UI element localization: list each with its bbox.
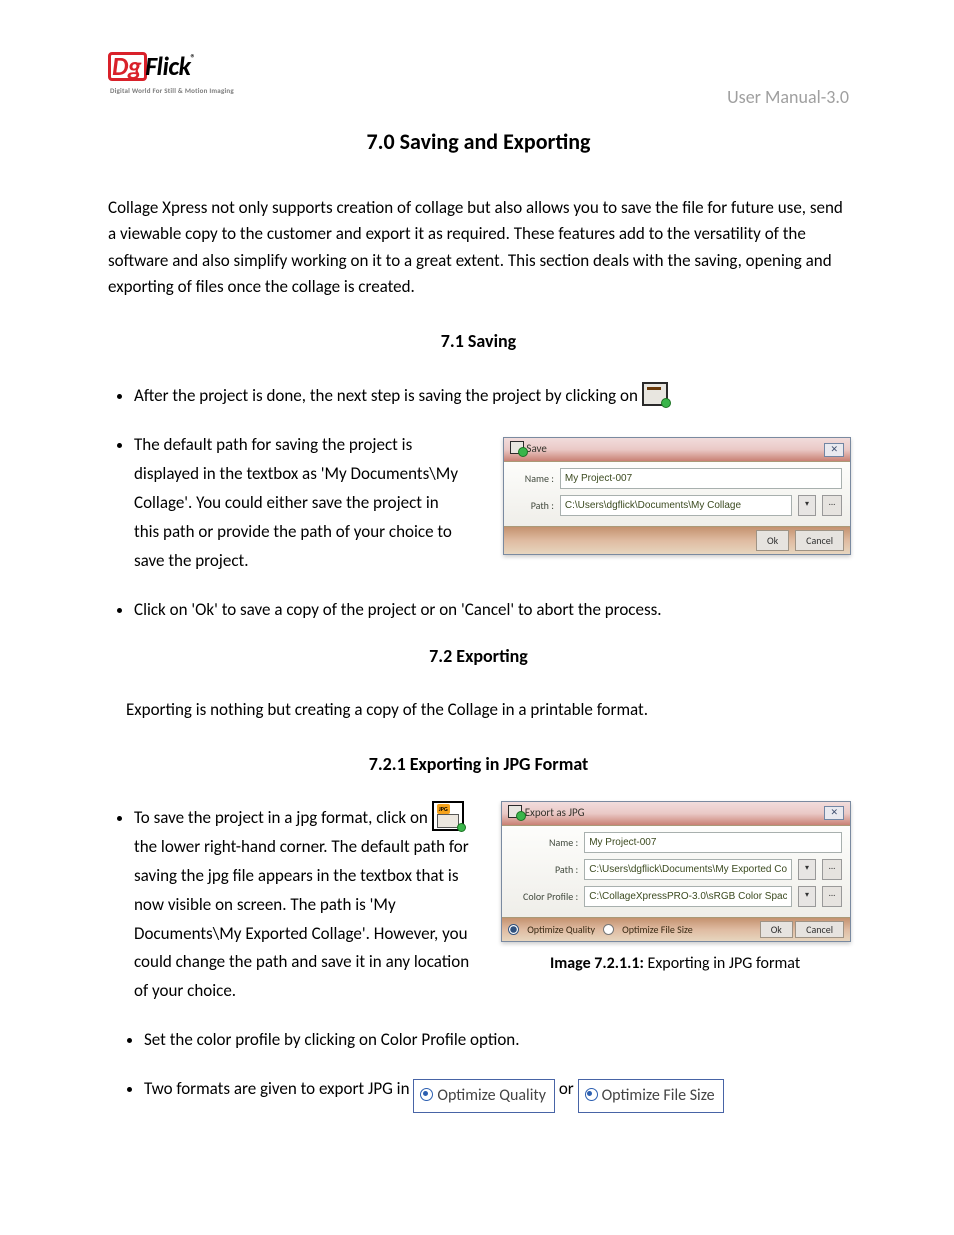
bullet-text: After the project is done, the next step…: [134, 385, 638, 406]
radio-selected-icon: [585, 1088, 598, 1101]
ok-button[interactable]: Ok: [760, 921, 793, 938]
document-page: DgFlick® Digital World For Still & Motio…: [0, 0, 954, 1193]
bullet-text-b: the lower right-hand corner. The default…: [134, 836, 469, 1001]
optimize-file-size-label: Optimize File Size: [622, 921, 693, 938]
dialog-titlebar: Save ✕: [504, 438, 850, 462]
logo: DgFlick®: [108, 50, 234, 82]
close-icon[interactable]: ✕: [824, 806, 844, 820]
export-jpg-dialog: Export as JPG ✕ Name : Path :: [501, 801, 851, 942]
cancel-button[interactable]: Cancel: [795, 530, 844, 551]
logo-left: Dg: [108, 52, 147, 81]
radio-selected-icon: [420, 1088, 433, 1101]
section-title-7: 7.0 Saving and Exporting: [108, 128, 849, 155]
path-label: Path :: [512, 497, 554, 514]
browse-button[interactable]: ...: [822, 886, 842, 907]
save-icon[interactable]: [642, 382, 668, 406]
list-item: Two formats are given to export JPG in O…: [144, 1075, 849, 1113]
browse-button[interactable]: ...: [822, 495, 842, 516]
saving-bullet-list: After the project is done, the next step…: [108, 382, 849, 624]
list-item: Set the color profile by clicking on Col…: [144, 1026, 849, 1055]
manual-version-label: User Manual-3.0: [727, 86, 849, 108]
name-row: Name :: [510, 832, 842, 853]
bullet-text-a: To save the project in a jpg format, cli…: [134, 807, 432, 828]
cancel-button[interactable]: Cancel: [795, 921, 844, 938]
chevron-down-icon[interactable]: ▾: [798, 859, 816, 880]
badge-label: Optimize File Size: [602, 1086, 715, 1105]
section-title-7-1: 7.1 Saving: [108, 330, 849, 352]
dialog-body: Name : Path : ▾ ...: [504, 462, 850, 526]
path-row: Path : ▾ ...: [510, 859, 842, 880]
logo-block: DgFlick® Digital World For Still & Motio…: [108, 50, 234, 95]
list-item: After the project is done, the next step…: [134, 382, 849, 411]
optimize-quality-badge[interactable]: Optimize Quality: [413, 1079, 555, 1113]
dialog-footer: Ok Cancel: [504, 526, 850, 554]
chevron-down-icon[interactable]: ▾: [798, 886, 816, 907]
exporting-jpg-bullet-list: To save the project in a jpg format, cli…: [108, 801, 849, 1113]
name-label: Name :: [512, 470, 554, 487]
name-input[interactable]: [560, 468, 842, 489]
logo-registered: ®: [191, 51, 196, 64]
page-header: DgFlick® Digital World For Still & Motio…: [108, 50, 849, 108]
path-row: Path : ▾ ...: [512, 495, 842, 516]
caption-bold: Image 7.2.1.1:: [550, 954, 644, 973]
color-profile-input[interactable]: [584, 886, 792, 907]
name-input[interactable]: [584, 832, 842, 853]
close-icon[interactable]: ✕: [824, 443, 844, 457]
caption-rest: Exporting in JPG format: [644, 954, 800, 973]
path-input[interactable]: [584, 859, 792, 880]
bullet-text: The default path for saving the project …: [134, 434, 458, 571]
save-dialog: Save ✕ Name : Path :: [503, 437, 851, 555]
name-row: Name :: [512, 468, 842, 489]
path-input[interactable]: [560, 495, 792, 516]
color-profile-label: Color Profile :: [510, 888, 578, 905]
name-label: Name :: [510, 834, 578, 851]
list-item: The default path for saving the project …: [134, 431, 849, 575]
bullet-text-or: or: [559, 1078, 578, 1099]
figure-caption-7-2-1-1: Image 7.2.1.1: Exporting in JPG format: [501, 950, 849, 977]
optimize-file-size-badge[interactable]: Optimize File Size: [578, 1079, 724, 1113]
dialog-body: Name : Path : ▾ ... Color Profile :: [502, 826, 850, 917]
bullet-text-a: Two formats are given to export JPG in: [144, 1078, 413, 1099]
chevron-down-icon[interactable]: ▾: [798, 495, 816, 516]
color-profile-row: Color Profile : ▾ ...: [510, 886, 842, 907]
save-icon: [510, 441, 524, 454]
logo-subtitle: Digital World For Still & Motion Imaging: [110, 86, 234, 95]
section-title-7-2-1: 7.2.1 Exporting in JPG Format: [108, 753, 849, 775]
dialog-title: Export as JPG: [525, 806, 585, 819]
bullet-text: Click on 'Ok' to save a copy of the proj…: [134, 599, 662, 620]
optimize-quality-radio[interactable]: [508, 924, 519, 935]
badge-label: Optimize Quality: [437, 1086, 546, 1105]
optimize-quality-label: Optimize Quality: [527, 921, 595, 938]
export-jpg-icon: [508, 805, 522, 818]
ok-button[interactable]: Ok: [756, 530, 789, 551]
logo-right: Flick: [145, 50, 190, 82]
dialog-title: Save: [526, 442, 546, 455]
list-item: To save the project in a jpg format, cli…: [134, 801, 849, 1006]
export-jpg-icon[interactable]: [432, 801, 464, 831]
section-7-2-intro: Exporting is nothing but creating a copy…: [126, 697, 849, 723]
optimize-file-size-radio[interactable]: [603, 924, 614, 935]
list-item: Click on 'Ok' to save a copy of the proj…: [134, 596, 849, 625]
browse-button[interactable]: ...: [822, 859, 842, 880]
section-title-7-2: 7.2 Exporting: [108, 645, 849, 667]
path-label: Path :: [510, 861, 578, 878]
dialog-titlebar: Export as JPG ✕: [502, 802, 850, 826]
dialog-footer: Optimize Quality Optimize File Size Ok C…: [502, 917, 850, 941]
section-7-intro: Collage Xpress not only supports creatio…: [108, 195, 849, 300]
bullet-text: Set the color profile by clicking on Col…: [144, 1029, 520, 1050]
